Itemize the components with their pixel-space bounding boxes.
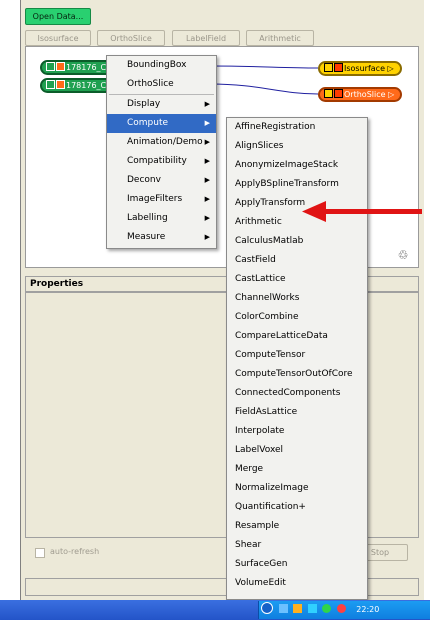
submenu-item[interactable]: CompareLatticeData	[227, 327, 367, 346]
menu-item-labelling[interactable]: Labelling ▶	[107, 209, 216, 228]
chevron-right-icon: ▶	[204, 157, 210, 165]
menu-item-deconv[interactable]: Deconv ▶	[107, 171, 216, 190]
submenu-item[interactable]: Quantification+	[227, 498, 367, 517]
menu-item-animation-demo[interactable]: Animation/Demo ▶	[107, 133, 216, 152]
toggle-icon[interactable]	[324, 89, 333, 98]
system-tray: 22:20	[258, 601, 430, 619]
isosurface-node-label: Isosurface	[344, 64, 385, 73]
menu-item-label: OrthoSlice	[127, 79, 174, 89]
submenu-item[interactable]: LabelVoxel	[227, 441, 367, 460]
compute-submenu: AffineRegistration AlignSlices Anonymize…	[226, 117, 368, 600]
play-icon[interactable]: ▷	[386, 90, 394, 99]
chevron-right-icon: ▶	[204, 138, 210, 146]
submenu-item[interactable]: ApplyBSplineTransform	[227, 175, 367, 194]
menu-item-label: Deconv	[127, 175, 161, 185]
menu-item-boundingbox[interactable]: BoundingBox	[107, 56, 216, 75]
toggle-icon[interactable]	[56, 62, 65, 71]
submenu-item[interactable]: CalculusMatlab	[227, 232, 367, 251]
network-icon[interactable]	[278, 604, 288, 613]
menu-item-display[interactable]: Display ▶	[107, 95, 216, 114]
menu-item-label: Display	[127, 99, 161, 109]
play-icon[interactable]: ▷	[385, 64, 394, 73]
submenu-item[interactable]: CastField	[227, 251, 367, 270]
chevron-right-icon: ▶	[204, 214, 210, 222]
annotation-arrow-icon	[302, 201, 422, 222]
menu-item-label: Compatibility	[127, 156, 187, 166]
submenu-item[interactable]: Shear	[227, 536, 367, 555]
auto-refresh-checkbox[interactable]	[35, 548, 45, 558]
menu-item-compute[interactable]: Compute ▶	[107, 114, 216, 133]
menu-item-label: BoundingBox	[127, 60, 187, 70]
submenu-item[interactable]: ChannelWorks	[227, 289, 367, 308]
app-tray-icon[interactable]	[293, 604, 303, 613]
menu-item-compatibility[interactable]: Compatibility ▶	[107, 152, 216, 171]
chevron-right-icon: ▶	[204, 195, 210, 203]
submenu-item[interactable]: AnonymizeImageStack	[227, 156, 367, 175]
submenu-item[interactable]: ColorCombine	[227, 308, 367, 327]
submenu-item[interactable]: AffineRegistration	[227, 118, 367, 137]
orthoslice-node-label: OrthoSlice	[344, 90, 386, 99]
menu-item-orthoslice[interactable]: OrthoSlice	[107, 75, 216, 94]
menu-item-label: Measure	[127, 232, 166, 242]
submenu-item[interactable]: SurfaceGen	[227, 555, 367, 574]
submenu-item[interactable]: VolumeEdit	[227, 574, 367, 593]
clock[interactable]: 22:20	[356, 605, 379, 614]
submenu-item[interactable]: FieldAsLattice	[227, 403, 367, 422]
trash-icon[interactable]: ♲	[396, 248, 410, 262]
toggle-icon[interactable]	[56, 80, 65, 89]
toggle-icon[interactable]	[46, 80, 55, 89]
menu-item-label: Compute	[127, 118, 169, 128]
toggle-icon[interactable]	[334, 63, 343, 72]
submenu-item[interactable]: Interpolate	[227, 422, 367, 441]
data-node-1-label: 178176_C	[66, 63, 107, 72]
context-menu: BoundingBox OrthoSlice Display ▶ Compute ▶…	[106, 55, 217, 249]
isosurface-node[interactable]: Isosurface ▷	[318, 61, 402, 76]
chevron-right-icon: ▶	[204, 119, 210, 127]
submenu-item[interactable]: ConnectedComponents	[227, 384, 367, 403]
submenu-item[interactable]: Merge	[227, 460, 367, 479]
chevron-right-icon: ▶	[204, 176, 210, 184]
chevron-right-icon: ▶	[204, 100, 210, 108]
menu-item-label: ImageFilters	[127, 194, 183, 204]
security-icon[interactable]	[322, 604, 332, 613]
data-node-2-label: 178176_C	[66, 81, 107, 90]
menu-item-label: Animation/Demo	[127, 137, 203, 147]
menu-item-measure[interactable]: Measure ▶	[107, 228, 216, 247]
tray-expand-icon[interactable]	[261, 602, 273, 614]
submenu-item[interactable]: ComputeTensorOutOfCore	[227, 365, 367, 384]
menu-item-label: Labelling	[127, 213, 168, 223]
display-icon[interactable]	[307, 604, 317, 613]
submenu-item[interactable]: ComputeTensor	[227, 346, 367, 365]
submenu-item[interactable]: NormalizeImage	[227, 479, 367, 498]
chevron-right-icon: ▶	[204, 233, 210, 241]
antivirus-icon[interactable]	[336, 604, 346, 613]
toggle-icon[interactable]	[324, 63, 333, 72]
auto-refresh-label: auto-refresh	[50, 547, 100, 556]
orthoslice-node[interactable]: OrthoSlice ▷	[318, 87, 402, 102]
submenu-item[interactable]: AlignSlices	[227, 137, 367, 156]
submenu-item[interactable]: CastLattice	[227, 270, 367, 289]
toggle-icon[interactable]	[334, 89, 343, 98]
toggle-icon[interactable]	[46, 62, 55, 71]
menu-item-imagefilters[interactable]: ImageFilters ▶	[107, 190, 216, 209]
submenu-item[interactable]: Resample	[227, 517, 367, 536]
